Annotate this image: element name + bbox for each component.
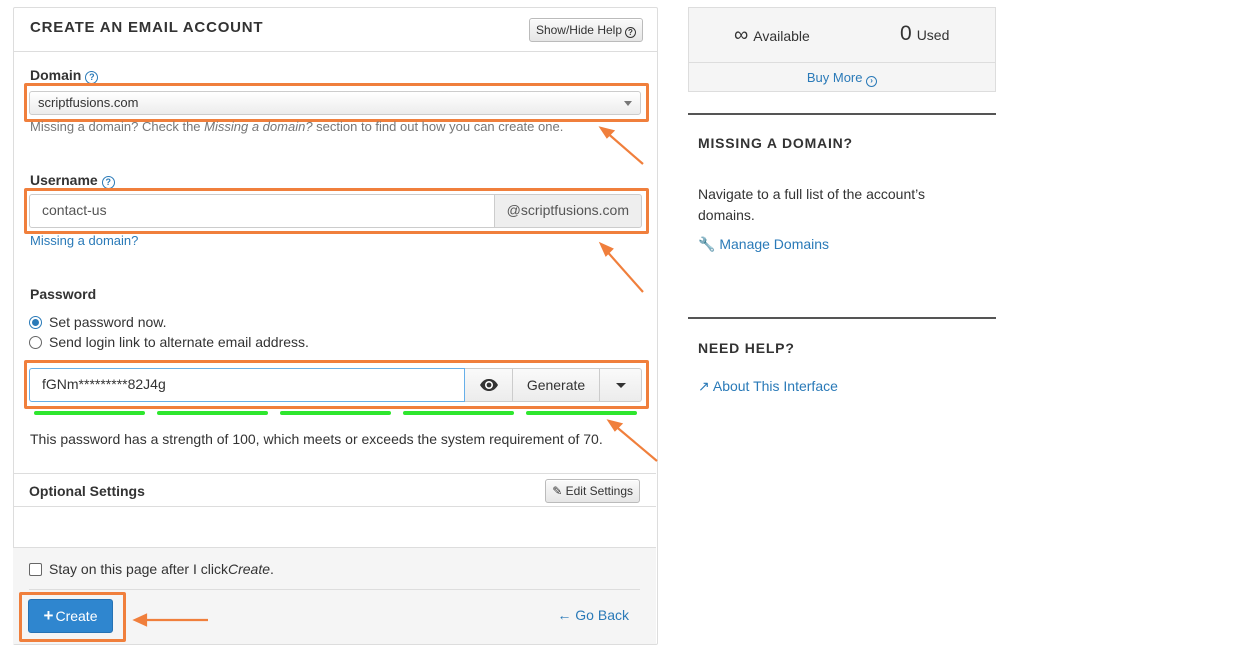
wrench-icon: 🔧 bbox=[698, 236, 716, 252]
need-help-section: NEED HELP? ↗ About This Interface bbox=[688, 317, 996, 417]
email-stats-box: ∞ Available 0 Used Buy More › bbox=[688, 7, 996, 92]
manage-domains-link[interactable]: 🔧 Manage Domains bbox=[698, 236, 829, 253]
footer-divider bbox=[29, 589, 640, 590]
missing-domain-text: Navigate to a full list of the account’s… bbox=[698, 186, 925, 223]
external-link-icon: ↗ bbox=[698, 378, 710, 394]
arrow-left-icon: ← bbox=[557, 607, 572, 623]
edit-settings-label: Edit Settings bbox=[565, 484, 633, 498]
need-help-title: NEED HELP? bbox=[698, 340, 795, 356]
pencil-icon: ✎ bbox=[552, 484, 563, 498]
used-label: Used bbox=[916, 27, 950, 43]
stats-counts: ∞ Available 0 Used bbox=[689, 8, 995, 63]
buy-more-label: Buy More bbox=[806, 70, 863, 85]
stay-label-prefix: Stay on this page after I click bbox=[49, 561, 228, 577]
stay-on-page-checkbox[interactable] bbox=[29, 562, 42, 576]
about-interface-link[interactable]: ↗ About This Interface bbox=[698, 378, 838, 395]
manage-domains-label: Manage Domains bbox=[719, 236, 830, 252]
available-label: Available bbox=[753, 28, 810, 44]
about-interface-label: About This Interface bbox=[712, 378, 838, 394]
missing-domain-section: MISSING A DOMAIN? Navigate to a full lis… bbox=[688, 113, 996, 263]
optional-settings-header: Optional Settings ✎ Edit Settings bbox=[13, 473, 656, 507]
missing-domain-title: MISSING A DOMAIN? bbox=[698, 135, 853, 151]
stay-label-suffix: . bbox=[270, 561, 274, 577]
go-back-label: Go Back bbox=[575, 607, 629, 623]
panel-lower-area: Optional Settings ✎ Edit Settings Stay o… bbox=[13, 7, 658, 645]
used-count: 0 bbox=[900, 22, 912, 45]
used-stat: 0 Used bbox=[900, 22, 949, 46]
stay-label-em: Create bbox=[227, 561, 271, 577]
stay-on-page-checkbox-row[interactable]: Stay on this page after I click Create. bbox=[29, 561, 274, 577]
edit-settings-button[interactable]: ✎ Edit Settings bbox=[545, 479, 640, 503]
optional-settings-title: Optional Settings bbox=[29, 483, 145, 499]
arrow-circle-right-icon: › bbox=[866, 76, 878, 87]
go-back-link[interactable]: ← Go Back bbox=[557, 607, 629, 623]
buy-more-link[interactable]: Buy More › bbox=[689, 63, 995, 87]
annotation-box-create bbox=[19, 592, 126, 642]
infinity-icon: ∞ bbox=[734, 24, 749, 46]
available-stat: ∞ Available bbox=[734, 24, 810, 47]
